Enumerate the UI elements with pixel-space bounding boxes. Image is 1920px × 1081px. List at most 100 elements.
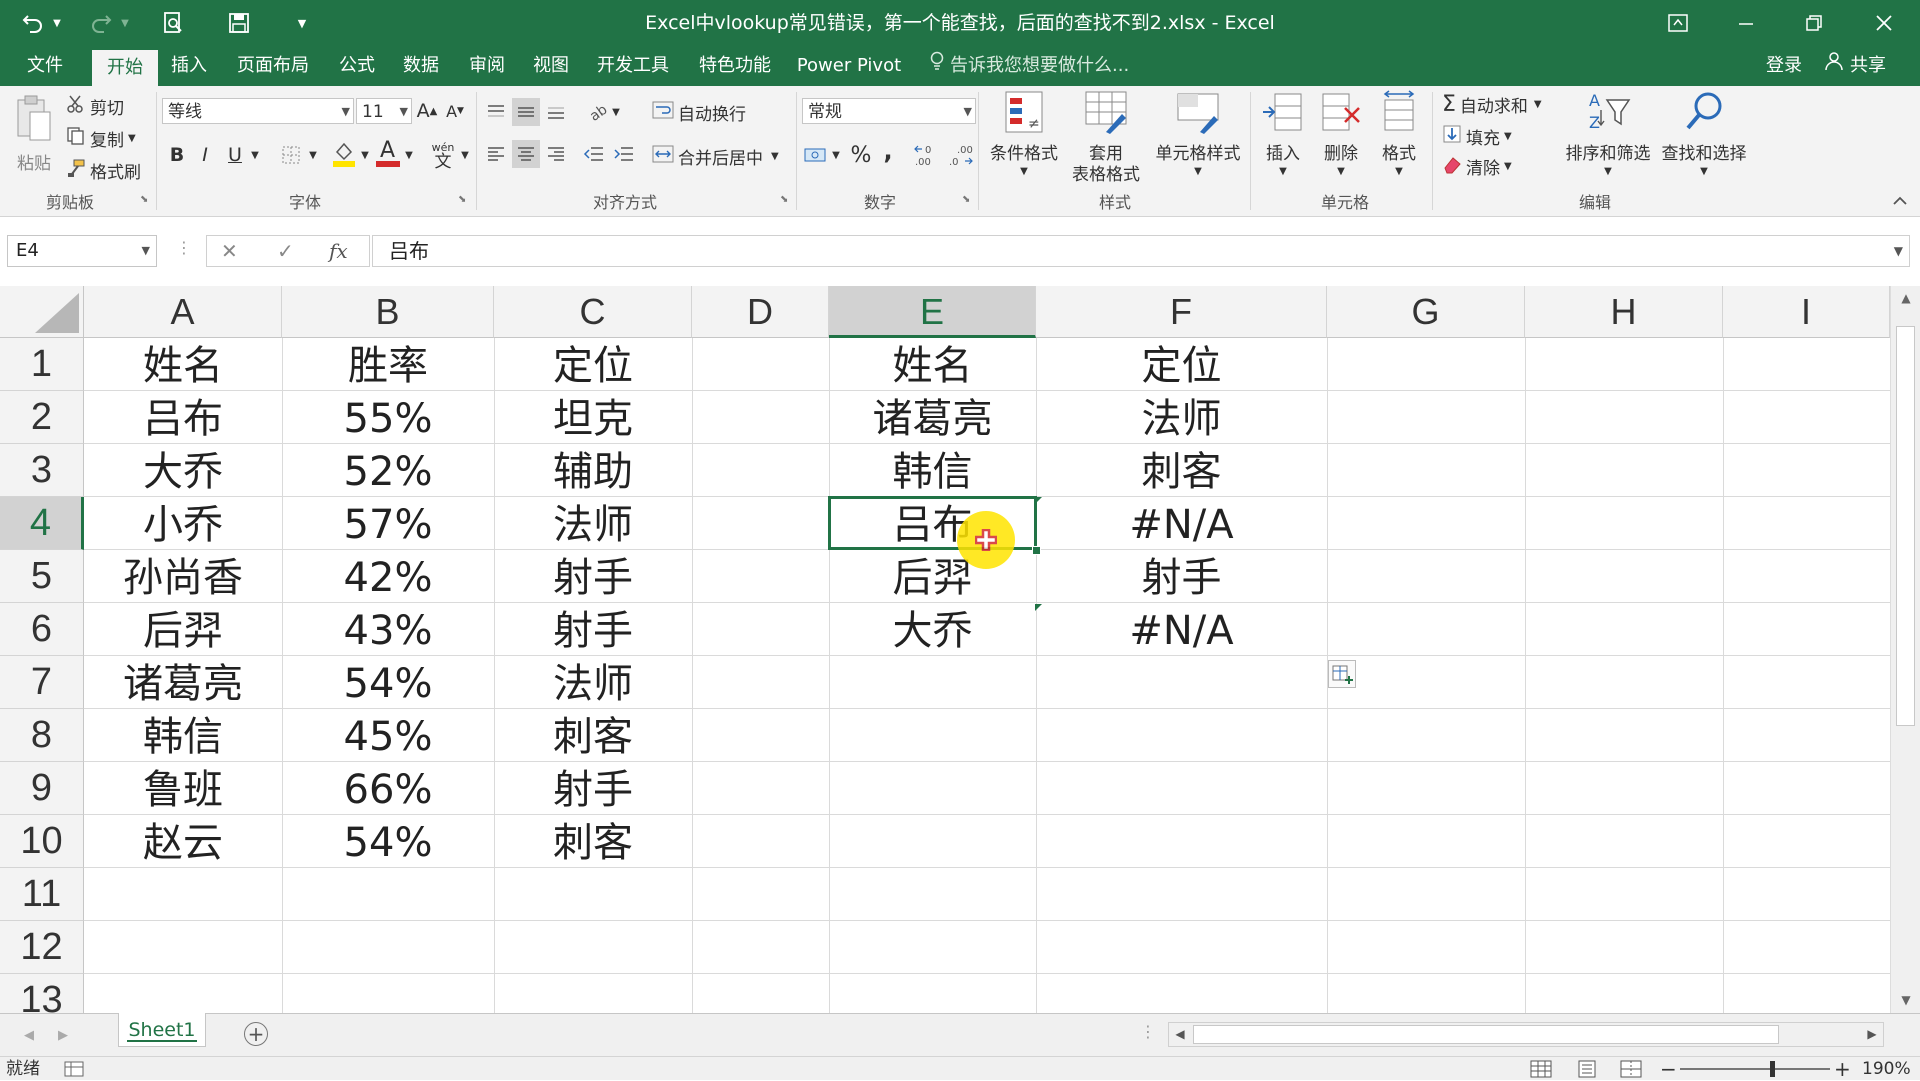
row-header-6[interactable]: 6 — [0, 603, 84, 656]
grow-font-icon[interactable]: A ▲ — [414, 98, 440, 124]
cell-a9[interactable]: 鲁班 — [84, 762, 282, 815]
page-break-view-icon[interactable] — [1620, 1057, 1642, 1081]
wrap-text-button[interactable]: 自动换行 — [652, 100, 746, 125]
align-left-icon[interactable] — [482, 140, 510, 168]
cell-a10[interactable]: 赵云 — [84, 815, 282, 868]
zoom-slider-thumb[interactable] — [1770, 1061, 1775, 1077]
scroll-right-icon[interactable]: ▶ — [1861, 1023, 1883, 1046]
tab-view[interactable]: 视图 — [522, 46, 580, 86]
cell-a5[interactable]: 孙尚香 — [84, 550, 282, 603]
column-header-e[interactable]: E — [829, 286, 1036, 338]
cell-b10[interactable]: 54% — [282, 815, 494, 868]
cell-c1[interactable]: 定位 — [494, 338, 692, 391]
scroll-down-icon[interactable]: ▼ — [1891, 988, 1920, 1012]
font-name-combo[interactable]: 等线 ▼ — [162, 98, 354, 124]
column-header-h[interactable]: H — [1525, 286, 1723, 338]
minimize-icon[interactable] — [1712, 0, 1780, 46]
cell-b7[interactable]: 54% — [282, 656, 494, 709]
row-header-3[interactable]: 3 — [0, 444, 84, 497]
print-preview-icon[interactable] — [156, 8, 190, 38]
close-icon[interactable] — [1850, 0, 1918, 46]
format-as-table-button[interactable]: 套用 表格格式 — [1062, 90, 1150, 186]
cell-a1[interactable]: 姓名 — [84, 338, 282, 391]
comma-style-button[interactable]: , — [878, 136, 898, 166]
row-header-8[interactable]: 8 — [0, 709, 84, 762]
cell-c7[interactable]: 法师 — [494, 656, 692, 709]
scroll-up-icon[interactable]: ▲ — [1891, 286, 1920, 310]
macro-record-icon[interactable] — [64, 1057, 84, 1081]
phonetic-guide-button[interactable]: wén 文 — [428, 138, 458, 172]
sheet-tab-sheet1[interactable]: Sheet1 — [118, 1013, 206, 1047]
cell-f3[interactable]: 刺客 — [1036, 444, 1327, 497]
scroll-left-icon[interactable]: ◀ — [1169, 1023, 1191, 1046]
zoom-out-icon[interactable]: − — [1660, 1057, 1677, 1081]
undo-icon[interactable] — [16, 8, 50, 38]
merge-center-button[interactable]: 合并后居中 ▼ — [652, 144, 779, 169]
row-header-7[interactable]: 7 — [0, 656, 84, 709]
find-select-button[interactable]: 查找和选择 ▼ — [1656, 90, 1752, 179]
fill-dropdown-icon[interactable]: ▼ — [1504, 131, 1512, 142]
sheet-scroll-right-icon[interactable]: ▶ — [58, 1014, 68, 1057]
collapse-ribbon-icon[interactable] — [1892, 194, 1908, 206]
tab-power-pivot[interactable]: Power Pivot — [792, 46, 906, 86]
tab-insert[interactable]: 插入 — [160, 46, 218, 86]
fill-color-dropdown-icon[interactable]: ▼ — [358, 140, 372, 170]
orientation-dropdown-icon[interactable]: ▼ — [610, 100, 622, 124]
horizontal-scrollbar[interactable]: ◀ ▶ — [1168, 1022, 1884, 1047]
currency-dropdown-icon[interactable]: ▼ — [830, 140, 842, 170]
dialog-launcher-icon[interactable]: ⬊ — [780, 194, 788, 205]
cell-b5[interactable]: 42% — [282, 550, 494, 603]
font-color-button[interactable]: A — [374, 138, 402, 170]
underline-button[interactable]: U — [224, 140, 246, 170]
align-bottom-icon[interactable] — [542, 98, 570, 126]
cell-c10[interactable]: 刺客 — [494, 815, 692, 868]
increase-indent-icon[interactable] — [610, 140, 638, 168]
error-indicator-icon[interactable] — [1035, 497, 1042, 504]
cell-c5[interactable]: 射手 — [494, 550, 692, 603]
tab-home[interactable]: 开始 — [92, 50, 158, 86]
zoom-level[interactable]: 190% — [1862, 1057, 1911, 1081]
column-header-g[interactable]: G — [1327, 286, 1525, 338]
paste-button[interactable]: 粘贴 — [8, 94, 60, 175]
cell-b6[interactable]: 43% — [282, 603, 494, 656]
cell-b9[interactable]: 66% — [282, 762, 494, 815]
merge-dropdown-icon[interactable]: ▼ — [771, 151, 779, 162]
chevron-down-icon[interactable]: ▼ — [142, 236, 150, 266]
cell-styles-button[interactable]: 单元格样式 ▼ — [1148, 90, 1248, 179]
redo-dropdown-icon[interactable]: ▼ — [118, 8, 132, 38]
row-header-13[interactable]: 13 — [0, 974, 84, 1013]
clear-button[interactable]: 清除 ▼ — [1442, 154, 1512, 179]
tell-me-box[interactable]: 告诉我您想要做什么... — [930, 46, 1129, 86]
cell-f6[interactable]: #N/A — [1036, 603, 1327, 656]
insert-function-button[interactable]: fx — [329, 236, 348, 266]
fill-color-icon[interactable] — [330, 138, 358, 170]
cell-a2[interactable]: 吕布 — [84, 391, 282, 444]
column-header-b[interactable]: B — [282, 286, 494, 338]
sheet-scroll-left-icon[interactable]: ◀ — [24, 1014, 34, 1057]
cell-a4[interactable]: 小乔 — [84, 497, 282, 550]
page-layout-view-icon[interactable] — [1576, 1057, 1598, 1081]
font-color-dropdown-icon[interactable]: ▼ — [402, 140, 416, 170]
cut-button[interactable]: 剪切 — [66, 94, 124, 119]
shrink-font-icon[interactable]: A ▼ — [442, 98, 468, 124]
cell-c2[interactable]: 坦克 — [494, 391, 692, 444]
decrease-indent-icon[interactable] — [580, 140, 608, 168]
column-header-d[interactable]: D — [692, 286, 829, 338]
fill-handle[interactable] — [1032, 546, 1041, 555]
tab-formulas[interactable]: 公式 — [328, 46, 386, 86]
copy-button[interactable]: 复制 ▼ — [66, 126, 136, 151]
currency-icon[interactable] — [802, 140, 830, 170]
column-header-i[interactable]: I — [1723, 286, 1890, 338]
cell-b1[interactable]: 胜率 — [282, 338, 494, 391]
cell-f2[interactable]: 法师 — [1036, 391, 1327, 444]
insert-cells-button[interactable]: 插入 ▼ — [1254, 90, 1312, 179]
orientation-icon[interactable]: ab — [584, 98, 612, 126]
save-icon[interactable] — [222, 8, 256, 38]
vertical-scroll-thumb[interactable] — [1896, 326, 1915, 726]
add-sheet-icon[interactable]: + — [244, 1022, 268, 1046]
align-top-icon[interactable] — [482, 98, 510, 126]
italic-button[interactable]: I — [194, 140, 216, 170]
redo-icon[interactable] — [84, 8, 118, 38]
login-link[interactable]: 登录 — [1766, 46, 1802, 86]
phonetic-dropdown-icon[interactable]: ▼ — [458, 140, 472, 170]
